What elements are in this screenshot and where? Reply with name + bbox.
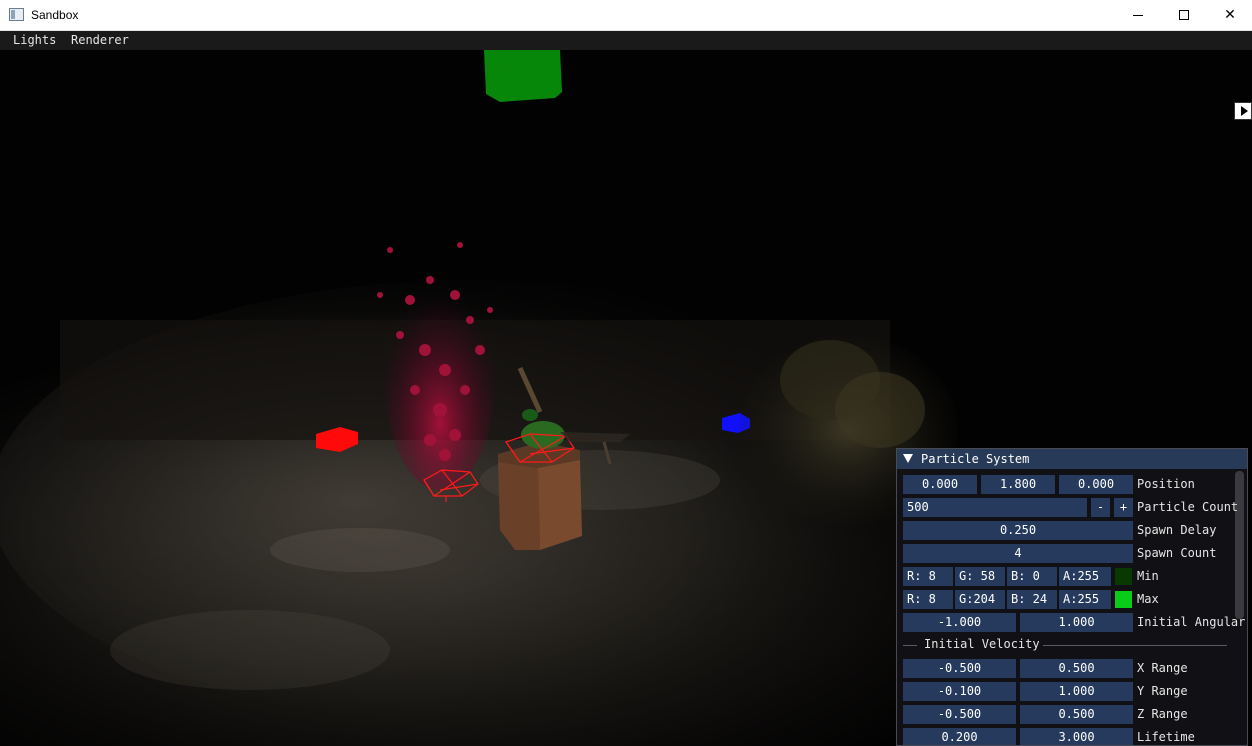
position-row: 0.000 1.800 0.000 Position <box>903 475 1243 494</box>
particle-count-input[interactable]: 500 <box>903 498 1087 517</box>
max-color-swatch[interactable] <box>1115 591 1132 608</box>
panel-title: Particle System <box>921 452 1030 466</box>
z-range-max-field[interactable]: 0.500 <box>1020 705 1133 724</box>
initial-velocity-header: Initial Velocity <box>924 637 1040 651</box>
max-a-field[interactable]: A:255 <box>1059 590 1111 609</box>
x-range-min-field[interactable]: -0.500 <box>903 659 1016 678</box>
max-g-field[interactable]: G:204 <box>955 590 1005 609</box>
position-y-field[interactable]: 1.800 <box>981 475 1055 494</box>
lifetime-min-field[interactable]: 0.200 <box>903 728 1016 745</box>
increment-button[interactable]: + <box>1114 498 1133 517</box>
position-z-field[interactable]: 0.000 <box>1059 475 1133 494</box>
y-range-min-field[interactable]: -0.100 <box>903 682 1016 701</box>
particle-count-label: Particle Count <box>1137 500 1239 514</box>
spawn-delay-slider[interactable]: 0.250 <box>903 521 1133 540</box>
menu-bar: Lights Renderer <box>0 31 1252 50</box>
panel-header[interactable]: Particle System <box>897 449 1247 469</box>
initial-velocity-separator: Initial Velocity <box>903 636 1243 655</box>
y-range-row: -0.100 1.000 Y Range <box>903 682 1243 701</box>
spawn-delay-row: 0.250 Spawn Delay <box>903 521 1243 540</box>
maximize-icon <box>1179 10 1189 20</box>
lifetime-row: 0.200 3.000 Lifetime <box>903 728 1243 745</box>
max-b-field[interactable]: B: 24 <box>1007 590 1057 609</box>
collapse-triangle-icon[interactable] <box>903 454 913 463</box>
min-g-field[interactable]: G: 58 <box>955 567 1005 586</box>
initial-angular-min-field[interactable]: -1.000 <box>903 613 1016 632</box>
y-range-label: Y Range <box>1137 684 1188 698</box>
z-range-row: -0.500 0.500 Z Range <box>903 705 1243 724</box>
menu-lights[interactable]: Lights <box>13 33 56 47</box>
min-b-field[interactable]: B: 0 <box>1007 567 1057 586</box>
position-label: Position <box>1137 477 1195 491</box>
minimize-icon <box>1133 14 1143 16</box>
color-max-label: Max <box>1137 592 1159 606</box>
color-min-label: Min <box>1137 569 1159 583</box>
menu-renderer[interactable]: Renderer <box>71 33 129 47</box>
spawn-count-row: 4 Spawn Count <box>903 544 1243 563</box>
initial-angular-label: Initial Angular <box>1137 615 1246 629</box>
window-titlebar: Sandbox ✕ <box>0 0 1252 31</box>
max-r-field[interactable]: R: 8 <box>903 590 953 609</box>
separator-line <box>903 645 917 646</box>
min-a-field[interactable]: A:255 <box>1059 567 1111 586</box>
initial-angular-row: -1.000 1.000 Initial Angular <box>903 613 1246 632</box>
min-color-swatch[interactable] <box>1115 568 1132 585</box>
green-particle-cluster <box>522 409 538 421</box>
spawn-count-label: Spawn Count <box>1137 546 1217 560</box>
position-x-field[interactable]: 0.000 <box>903 475 977 494</box>
decrement-button[interactable]: - <box>1091 498 1110 517</box>
tree-canopy <box>835 372 925 448</box>
pillar-front <box>538 460 582 550</box>
x-range-label: X Range <box>1137 661 1188 675</box>
x-range-max-field[interactable]: 0.500 <box>1020 659 1133 678</box>
floor-patch <box>110 610 390 690</box>
green-light-cube <box>484 50 562 102</box>
z-range-min-field[interactable]: -0.500 <box>903 705 1016 724</box>
spawn-delay-label: Spawn Delay <box>1137 523 1217 537</box>
minimize-button[interactable] <box>1115 0 1161 30</box>
floor-patch <box>270 528 450 572</box>
lifetime-label: Lifetime <box>1137 730 1195 744</box>
spawn-count-slider[interactable]: 4 <box>903 544 1133 563</box>
particle-count-row: 500 - + Particle Count <box>903 498 1243 517</box>
close-icon: ✕ <box>1224 7 1236 23</box>
x-range-row: -0.500 0.500 X Range <box>903 659 1243 678</box>
maximize-button[interactable] <box>1161 0 1207 30</box>
lifetime-max-field[interactable]: 3.000 <box>1020 728 1133 745</box>
sidebar-toggle-button[interactable] <box>1234 102 1252 120</box>
close-button[interactable]: ✕ <box>1207 0 1252 30</box>
window-title: Sandbox <box>31 8 79 22</box>
z-range-label: Z Range <box>1137 707 1188 721</box>
app-window-icon <box>9 8 24 21</box>
particle-system-panel: Particle System 0.000 1.800 0.000 Positi… <box>896 448 1248 746</box>
color-max-row: R: 8 G:204 B: 24 A:255 Max <box>903 590 1243 609</box>
min-r-field[interactable]: R: 8 <box>903 567 953 586</box>
triangle-right-icon <box>1240 106 1248 116</box>
initial-angular-max-field[interactable]: 1.000 <box>1020 613 1133 632</box>
y-range-max-field[interactable]: 1.000 <box>1020 682 1133 701</box>
color-min-row: R: 8 G: 58 B: 0 A:255 Min <box>903 567 1243 586</box>
separator-line <box>1043 645 1227 646</box>
